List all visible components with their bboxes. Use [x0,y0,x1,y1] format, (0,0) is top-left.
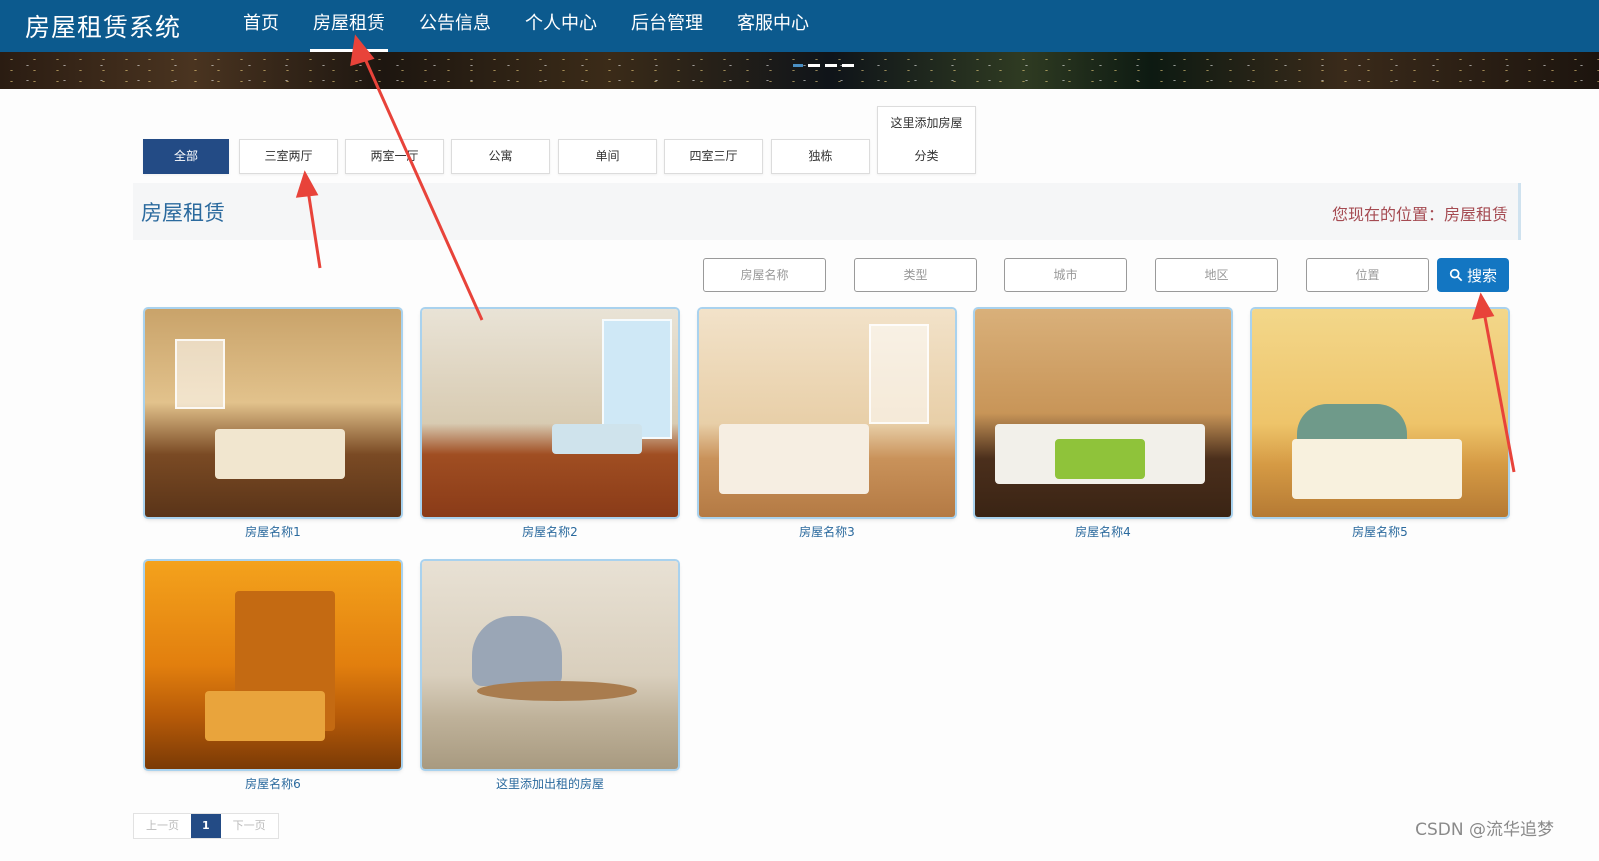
pagination-next[interactable]: 下一页 [220,814,278,838]
house-photo[interactable] [422,309,678,517]
pagination: 上一页 1 下一页 [133,813,279,839]
search-house-name-input[interactable]: 房屋名称 [703,258,826,292]
house-name[interactable]: 这里添加出租的房屋 [422,775,678,792]
bed-shape [1292,439,1462,499]
house-card[interactable]: 房屋名称1 [145,309,401,540]
house-name[interactable]: 房屋名称2 [422,523,678,540]
banner-image [0,52,1599,89]
room-illustration [422,561,678,769]
pagination-current[interactable]: 1 [191,814,221,838]
search-city-input[interactable]: 城市 [1004,258,1127,292]
chair-shape [472,616,562,686]
watermark: CSDN @流华追梦 [1415,820,1554,840]
room-illustration [145,309,401,517]
house-name[interactable]: 房屋名称1 [145,523,401,540]
category-add-hint[interactable]: 这里添加房屋 分类 [877,106,976,174]
bed-shape [552,424,642,454]
main-nav: 首页 房屋租赁 公告信息 个人中心 后台管理 客服中心 [226,0,826,52]
window-shape [175,339,225,409]
carousel-dot[interactable] [793,64,803,67]
page: 房屋租赁系统 首页 房屋租赁 公告信息 个人中心 后台管理 客服中心 全部 三室… [0,0,1599,861]
room-illustration [975,309,1231,517]
house-photo[interactable] [699,309,955,517]
house-name[interactable]: 房屋名称4 [975,523,1231,540]
category-apartment[interactable]: 公寓 [451,139,550,174]
house-card[interactable]: 房屋名称2 [422,309,678,540]
category-two-rooms[interactable]: 两室一厅 [345,139,444,174]
section-title-bar: 房屋租赁 您现在的位置：房屋租赁 [133,183,1521,240]
category-add-hint-line2: 分类 [914,149,939,163]
room-illustration [1252,309,1508,517]
window-shape [602,319,672,439]
pagination-prev[interactable]: 上一页 [134,814,191,838]
section-title: 房屋租赁 [141,201,225,225]
house-photo[interactable] [145,561,401,769]
house-card[interactable]: 房屋名称3 [699,309,955,540]
search-button-label: 搜索 [1466,266,1497,285]
carousel-dot[interactable] [808,64,820,67]
house-photo[interactable] [1252,309,1508,517]
category-four-rooms[interactable]: 四室三厅 [664,139,763,174]
house-name[interactable]: 房屋名称5 [1252,523,1508,540]
bed-shape [719,424,869,494]
window-shape [869,324,929,424]
search-district-input[interactable]: 地区 [1155,258,1278,292]
house-photo[interactable] [975,309,1231,517]
house-photo[interactable] [145,309,401,517]
house-card[interactable]: 房屋名称5 [1252,309,1508,540]
search-button[interactable]: 搜索 [1437,258,1509,292]
room-illustration [145,561,401,769]
search-icon [1449,268,1463,282]
house-card[interactable]: 房屋名称6 [145,561,401,792]
carousel-indicators [793,64,854,67]
carousel-dot[interactable] [825,64,837,67]
house-name[interactable]: 房屋名称6 [145,775,401,792]
site-brand[interactable]: 房屋租赁系统 [25,8,181,44]
carousel-dot[interactable] [842,64,854,67]
search-location-input[interactable]: 位置 [1306,258,1429,292]
top-navbar: 房屋租赁系统 首页 房屋租赁 公告信息 个人中心 后台管理 客服中心 [0,0,1599,52]
room-illustration [699,309,955,517]
house-card[interactable]: 这里添加出租的房屋 [422,561,678,792]
table-shape [477,681,637,701]
nav-personal-center[interactable]: 个人中心 [508,0,614,52]
breadcrumb: 您现在的位置：房屋租赁 [1331,205,1508,224]
nav-customer-service[interactable]: 客服中心 [720,0,826,52]
blanket-shape [1055,439,1145,479]
category-three-rooms[interactable]: 三室两厅 [239,139,338,174]
nav-home[interactable]: 首页 [226,0,296,52]
category-detached[interactable]: 独栋 [771,139,870,174]
bed-shape [215,429,345,479]
bed-shape [205,691,325,741]
category-all[interactable]: 全部 [143,139,229,174]
category-single-room[interactable]: 单间 [558,139,657,174]
banner-city-lights [0,52,1599,89]
house-card[interactable]: 房屋名称4 [975,309,1231,540]
search-type-input[interactable]: 类型 [854,258,977,292]
house-photo[interactable] [422,561,678,769]
room-illustration [422,309,678,517]
nav-house-rental[interactable]: 房屋租赁 [296,0,402,52]
house-name[interactable]: 房屋名称3 [699,523,955,540]
category-add-hint-line1: 这里添加房屋 [890,116,963,130]
nav-admin[interactable]: 后台管理 [614,0,720,52]
nav-announcements[interactable]: 公告信息 [402,0,508,52]
